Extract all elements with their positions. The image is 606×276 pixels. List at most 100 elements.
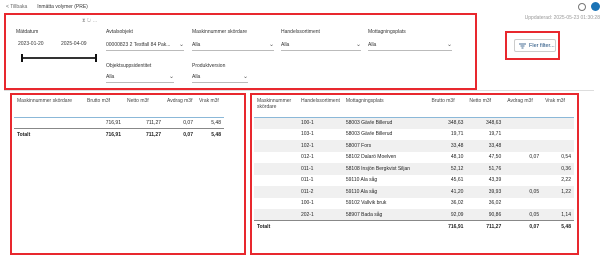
column-header[interactable]: Netto m3f (466, 96, 505, 118)
table-cell (504, 140, 543, 152)
table-row[interactable]: 011-2 59110 Ala såg 41,20 39,93 0,05 1,22 (254, 186, 574, 198)
produktversion-dropdown[interactable]: Alla ⌄ (192, 73, 248, 83)
back-link[interactable]: < Tillbaka (6, 4, 27, 10)
table-row[interactable]: 100-1 59102 Vallvik bruk 36,02 36,02 (254, 198, 574, 210)
table-row[interactable]: 100-1 58003 Gävle Billerud 348,63 348,63 (254, 117, 574, 129)
column-header[interactable]: Handelssortiment (297, 96, 343, 118)
table-cell: 5,48 (196, 128, 224, 140)
refresh-icon[interactable] (578, 2, 586, 11)
table-row[interactable]: 103-1 58003 Gävle Billerud 19,71 19,71 (254, 129, 574, 141)
filter-toolbar-icons[interactable]: ⧗ ↻ … (82, 18, 98, 24)
table-row[interactable]: 202-1 58907 Bada såg 92,09 90,86 0,05 1,14 (254, 209, 574, 221)
mottagningsplats-dropdown[interactable]: Alla ⌄ (368, 41, 452, 51)
table-cell: Totalt (14, 128, 84, 140)
slider-handle-end[interactable] (95, 54, 97, 62)
table-cell: 348,63 (466, 117, 505, 129)
date-from-input[interactable]: 2023-01-20 (18, 41, 44, 47)
table-cell: 43,39 (488, 177, 502, 184)
table-cell: 47,50 (488, 154, 502, 161)
table-cell: 36,02 (488, 200, 502, 207)
date-range-slider[interactable] (21, 54, 97, 62)
detail-table: Maskinnummer skördare Handelssortiment M… (254, 96, 574, 232)
more-filters-button[interactable]: Fler filter... (514, 39, 556, 52)
table-cell: 012-1 (300, 154, 314, 161)
table-cell: 58003 Gävle Billerud (345, 131, 393, 138)
table-cell (342, 220, 429, 232)
date-to-input[interactable]: 2025-04-09 (61, 41, 87, 47)
divider (4, 90, 594, 91)
table-cell: 5,48 (211, 119, 221, 126)
column-header[interactable]: Vrak m3f (196, 96, 224, 118)
slider-handle-start[interactable] (21, 54, 23, 62)
table-cell: 102-1 (297, 140, 343, 152)
column-header[interactable]: Brutto m3f (84, 96, 124, 118)
table-cell: 103-1 (300, 131, 314, 138)
objektsuppsidentitet-value: Alla (106, 73, 115, 80)
table-cell (504, 117, 543, 129)
table-cell (254, 129, 298, 141)
avtalsobjekt-dropdown[interactable]: 00000823 2 Testfall 84 Pak... ⌄ (106, 41, 184, 51)
table-cell: 011-1 (297, 163, 343, 175)
objektsuppsidentitet-dropdown[interactable]: Alla ⌄ (106, 73, 174, 83)
avatar[interactable] (591, 2, 600, 11)
table-cell (542, 140, 574, 152)
table-row[interactable]: 011-1 58108 Insjön Bergkvist Siljan 52,12 5… (254, 163, 574, 175)
summary-table: Maskinnummer skördare Brutto m3f Netto m… (14, 96, 224, 140)
table-cell: 39,93 (466, 186, 505, 198)
table-cell: 711,27 (466, 220, 505, 232)
table-cell: 1,22 (542, 186, 574, 198)
column-header[interactable]: Vrak m3f (542, 96, 574, 118)
table-cell (254, 198, 298, 210)
table-cell (254, 175, 298, 187)
column-header[interactable]: Maskinnummer skördare (14, 96, 84, 118)
table-cell: 0,07 (504, 220, 543, 232)
handelssortiment-dropdown[interactable]: Alla ⌄ (281, 41, 361, 51)
top-bar: < Tillbaka Inmätta volymer (PRE) (0, 0, 606, 14)
maskinnummer-label: Maskinnummer skördare (192, 29, 248, 35)
column-header[interactable]: Mottagningsplats (342, 96, 429, 118)
column-header[interactable]: Netto m3f (124, 96, 164, 118)
table-cell: 59102 Vallvik bruk (345, 200, 387, 207)
mottagningsplats-label: Mottagningsplats (368, 29, 406, 35)
table-cell: 59110 Ala såg (342, 186, 429, 198)
maskinnummer-dropdown[interactable]: Alla ⌄ (192, 41, 274, 51)
chevron-down-icon: ⌄ (446, 42, 452, 48)
total-row: Totalt 716,91 711,27 0,07 5,48 (14, 128, 224, 140)
table-cell: 011-1 (300, 177, 314, 184)
table-row[interactable]: 716,91 711,27 0,07 5,48 (14, 117, 224, 129)
table-cell: 0,07 (164, 128, 196, 140)
column-header[interactable]: Maskinnummer skördare (254, 96, 298, 118)
table-cell: 19,71 (450, 131, 464, 138)
filter-panel: ⧗ ↻ … Mätdatum 2023-01-20 2025-04-09 Avt… (4, 13, 477, 90)
column-header[interactable]: Avdrag m3f (504, 96, 543, 118)
table-cell: 58108 Insjön Bergkvist Siljan (342, 163, 429, 175)
table-cell: 0,05 (504, 186, 543, 198)
table-cell: 58907 Bada såg (342, 209, 429, 221)
table-cell: 100-1 (297, 117, 343, 129)
table-row[interactable]: 011-1 59110 Ala såg 45,61 43,39 2,22 (254, 175, 574, 187)
table-cell: 716,91 (105, 119, 121, 126)
chevron-down-icon: ⌄ (268, 42, 274, 48)
table-cell: 5,48 (542, 220, 574, 232)
chevron-down-icon: ⌄ (242, 74, 248, 80)
table-cell: 0,07 (529, 154, 540, 161)
table-row[interactable]: 102-1 58007 Fors 33,48 33,48 (254, 140, 574, 152)
filter-icon (519, 43, 526, 48)
table-cell: 0,54 (561, 154, 571, 161)
table-cell: 1,14 (542, 209, 574, 221)
table-cell: 0,07 (183, 119, 193, 126)
matdatum-label: Mätdatum (16, 29, 39, 35)
table-cell (542, 198, 574, 210)
avtalsobjekt-label: Avtalsobjekt (106, 29, 133, 35)
column-header[interactable]: Avdrag m3f (164, 96, 196, 118)
table-row[interactable]: 012-1 58102 Dalarö Moelven 48,10 47,50 0,07 0… (254, 152, 574, 164)
table-cell: 0,05 (504, 209, 543, 221)
table-cell (504, 163, 543, 175)
table-cell: Totalt (254, 220, 298, 232)
updated-timestamp: Uppdaterad: 2025-05-23 01:30:28 (524, 15, 600, 21)
table-cell: 2,22 (561, 177, 571, 184)
column-header[interactable]: Brutto m3f (428, 96, 467, 118)
table-cell: 100-1 (300, 200, 314, 207)
table-cell: 202-1 (297, 209, 343, 221)
detail-table-panel: Maskinnummer skördare Handelssortiment M… (250, 93, 579, 255)
